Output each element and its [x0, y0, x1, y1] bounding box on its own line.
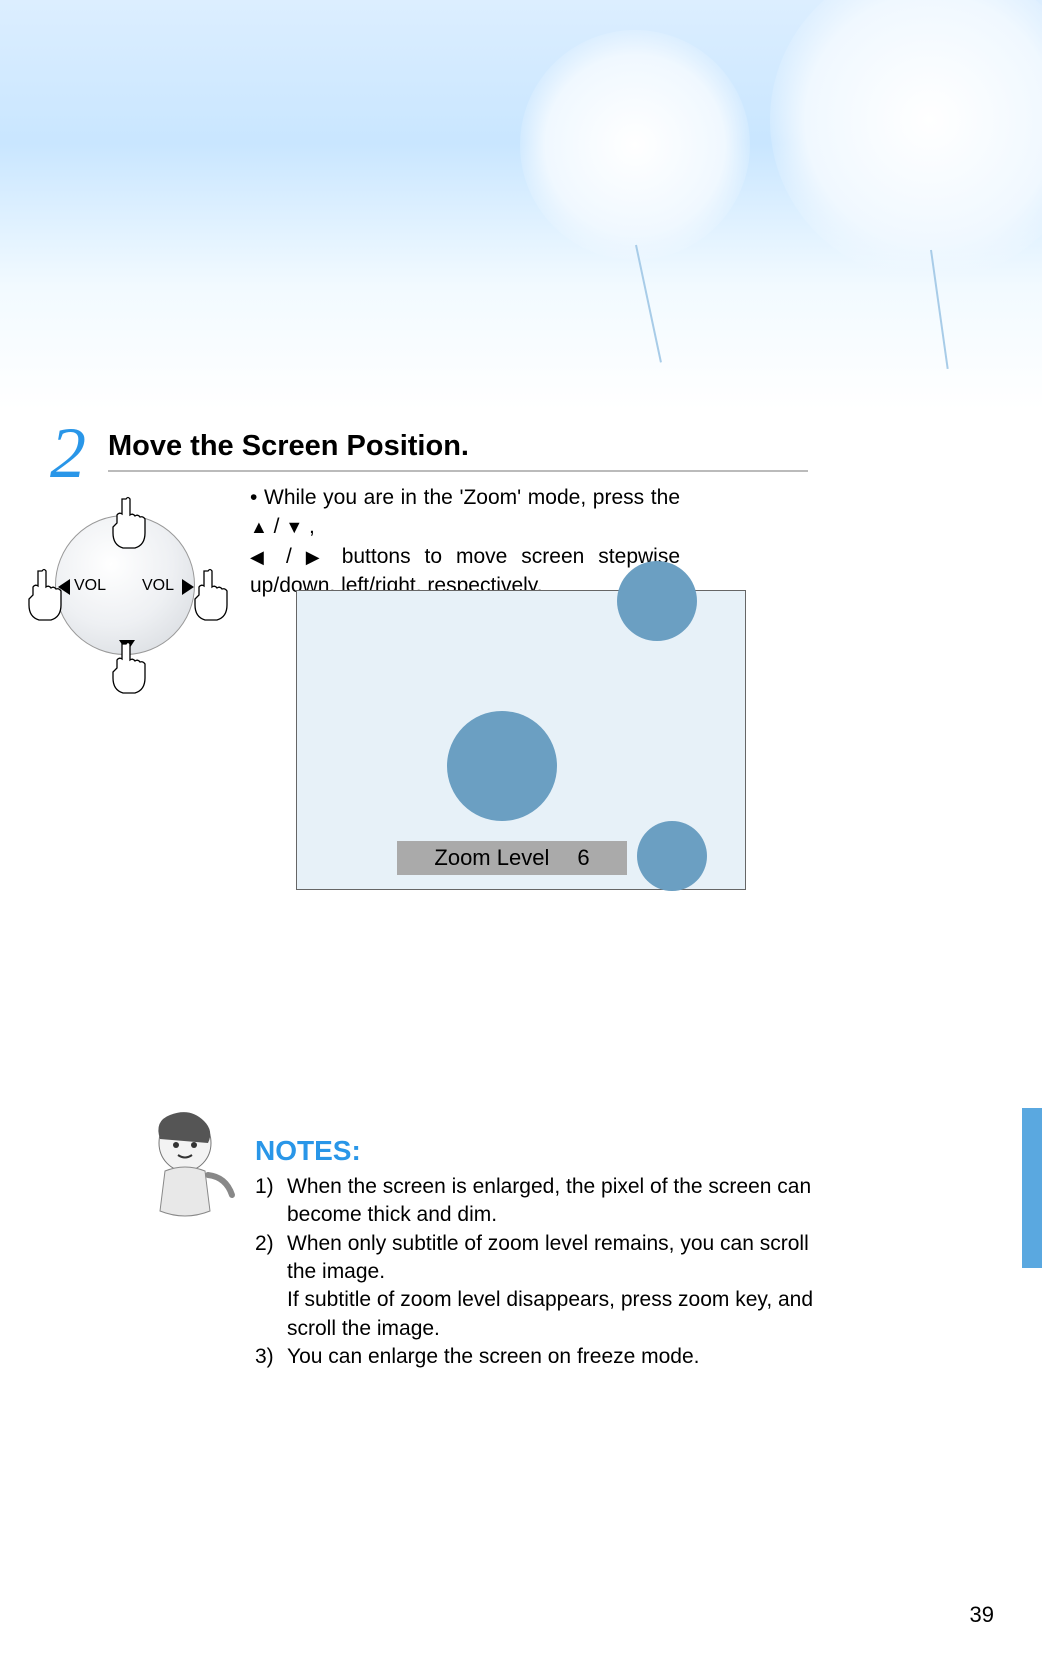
decorative-header-background — [0, 0, 1042, 410]
instruction-text: / — [274, 515, 286, 538]
step-instruction: • While you are in the 'Zoom' mode, pres… — [250, 483, 680, 601]
notes-item: 1) When the screen is enlarged, the pixe… — [255, 1173, 835, 1230]
hand-press-icon — [108, 640, 148, 695]
notes-text: When only subtitle of zoom level remains… — [287, 1230, 835, 1287]
notes-text: When the screen is enlarged, the pixel o… — [287, 1173, 835, 1230]
remote-direction-pad-illustration: VOL VOL — [30, 485, 220, 665]
divider — [108, 470, 808, 472]
notes-item: 3) You can enlarge the screen on freeze … — [255, 1343, 835, 1371]
vol-label-right: VOL — [142, 577, 174, 595]
arrow-right-icon: ▶ — [306, 547, 328, 567]
notes-character-illustration — [130, 1105, 240, 1225]
page: 2 Move the Screen Position. VOL VOL • Wh… — [0, 0, 1042, 1668]
notes-heading: NOTES: — [255, 1135, 835, 1167]
notes-text: If subtitle of zoom level disappears, pr… — [287, 1286, 835, 1343]
dandelion-illustration — [770, 0, 1042, 280]
preview-dot — [617, 561, 697, 641]
notes-body: 1) When the screen is enlarged, the pixe… — [255, 1173, 835, 1371]
notes-number: 1) — [255, 1173, 287, 1230]
step-number: 2 — [50, 412, 86, 495]
arrow-up-icon: ▲ — [250, 517, 268, 537]
screen-preview-illustration: Zoom Level 6 — [296, 590, 746, 890]
dandelion-illustration — [520, 30, 750, 260]
zoom-level-value: 6 — [577, 845, 589, 871]
instruction-text: , — [309, 515, 315, 538]
notes-number — [255, 1286, 287, 1343]
arrow-down-icon: ▼ — [285, 517, 303, 537]
page-number: 39 — [970, 1602, 994, 1628]
notes-number: 2) — [255, 1230, 287, 1287]
notes-text: You can enlarge the screen on freeze mod… — [287, 1343, 835, 1371]
step-title: Move the Screen Position. — [108, 430, 469, 463]
zoom-level-label: Zoom Level — [434, 845, 549, 871]
zoom-level-indicator: Zoom Level 6 — [397, 841, 627, 875]
hand-press-icon — [24, 567, 64, 622]
instruction-text: / — [286, 545, 292, 568]
notes-section: NOTES: 1) When the screen is enlarged, t… — [255, 1135, 835, 1371]
notes-item: If subtitle of zoom level disappears, pr… — [255, 1286, 835, 1343]
section-tab-accent — [1022, 1108, 1042, 1268]
preview-dot — [637, 821, 707, 891]
dandelion-stem — [635, 245, 662, 363]
hand-press-icon — [190, 567, 230, 622]
arrow-left-icon: ◀ — [250, 547, 272, 567]
notes-item: 2) When only subtitle of zoom level rema… — [255, 1230, 835, 1287]
hand-press-icon — [108, 495, 148, 550]
instruction-text: • While you are in the 'Zoom' mode, pres… — [250, 486, 680, 509]
vol-label-left: VOL — [74, 577, 106, 595]
preview-dot — [447, 711, 557, 821]
notes-number: 3) — [255, 1343, 287, 1371]
